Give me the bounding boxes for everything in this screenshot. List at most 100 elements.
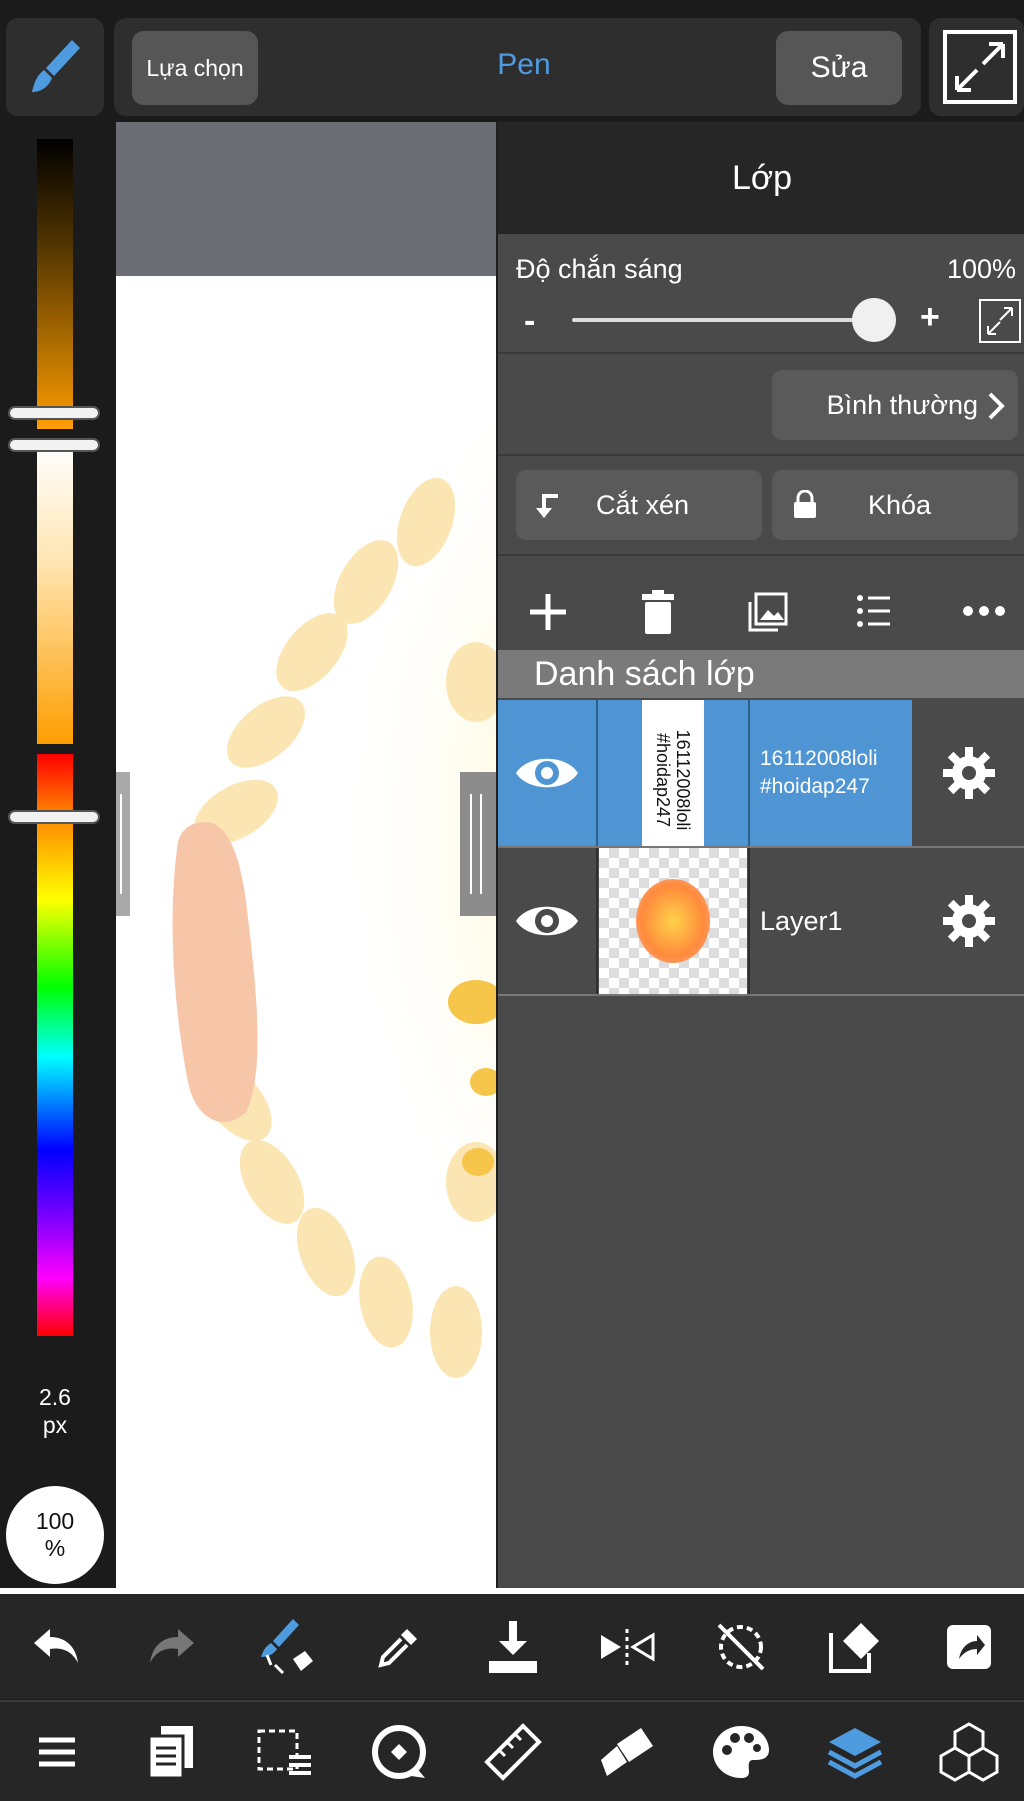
share-button[interactable] <box>912 1594 1024 1699</box>
clip-button[interactable]: Cắt xén <box>516 470 762 540</box>
opacity-slider-knob[interactable] <box>852 298 896 342</box>
bottom-toolbar-actions <box>0 1594 1024 1699</box>
fill-button[interactable] <box>570 1702 684 1801</box>
menu-icon <box>39 1737 75 1766</box>
brush-size-unit: px <box>42 1412 68 1438</box>
selection-button[interactable] <box>228 1702 342 1801</box>
layer-panel: Lớp Độ chắn sáng 100% - + Bình thường Cắ… <box>496 122 1024 1588</box>
top-toolbar: Lựa chọn Pen Sửa <box>0 0 1024 139</box>
layers-button[interactable] <box>798 1702 912 1801</box>
layers-icon <box>827 1727 883 1779</box>
3d-button[interactable] <box>912 1702 1024 1801</box>
save-icon <box>489 1620 537 1673</box>
opacity-plus-button[interactable]: + <box>920 298 940 337</box>
brush-transform-button[interactable] <box>228 1594 342 1699</box>
undo-icon <box>34 1628 78 1663</box>
opacity-slider-track[interactable] <box>572 318 876 322</box>
more-icon[interactable] <box>962 604 1006 618</box>
right-panel-handle[interactable] <box>460 772 496 916</box>
layer-name-line1: 16112008loli <box>760 747 878 770</box>
saturation-handle[interactable] <box>10 440 98 450</box>
list-icon[interactable] <box>856 594 892 628</box>
flip-icon <box>601 1628 655 1665</box>
panel-title: Lớp <box>498 122 1024 234</box>
flip-button[interactable] <box>570 1594 684 1699</box>
redo-button[interactable] <box>114 1594 228 1699</box>
layer-list-header: Danh sách lớp <box>498 650 1024 698</box>
selection-icon <box>257 1729 311 1775</box>
blend-section: Bình thường <box>498 354 1024 456</box>
layer-row-selected[interactable]: 16112008loli #hoidap247 16112008loli #ho… <box>498 700 1024 848</box>
3d-icon <box>939 1721 999 1782</box>
image-layer-icon[interactable] <box>748 592 788 632</box>
pages-button[interactable] <box>114 1702 228 1801</box>
select-button[interactable]: Lựa chọn <box>132 31 258 105</box>
brush-tool-button[interactable] <box>6 18 104 116</box>
layer-actions <box>498 556 1024 664</box>
rotate-canvas-icon <box>372 1724 426 1779</box>
opacity-expand-icon[interactable] <box>978 298 1022 344</box>
ruler-button[interactable] <box>456 1702 570 1801</box>
trash-icon[interactable] <box>640 590 676 634</box>
opacity-minus-button[interactable]: - <box>524 302 535 341</box>
eyedropper-icon <box>378 1628 417 1668</box>
edit-button[interactable]: Sửa <box>776 31 902 105</box>
pages-icon <box>147 1725 193 1779</box>
color-sidebar: 2.6 px 100 % <box>0 122 116 1594</box>
brush-opacity-unit: % <box>44 1535 66 1561</box>
save-button[interactable] <box>456 1594 570 1699</box>
plus-icon[interactable] <box>528 592 568 632</box>
layer-row[interactable]: Layer1 <box>498 848 1024 996</box>
layer-settings-button[interactable] <box>912 848 1024 994</box>
clip-icon <box>536 494 558 518</box>
fill-icon <box>601 1727 653 1776</box>
share-icon <box>947 1624 991 1669</box>
layer-name[interactable]: Layer1 <box>750 848 912 994</box>
layer-visibility-toggle[interactable] <box>498 848 598 994</box>
lock-label: Khóa <box>868 489 932 520</box>
artwork <box>172 412 496 1378</box>
undo-button[interactable] <box>0 1594 114 1699</box>
hue-handle[interactable] <box>10 812 98 822</box>
eraser-edit-button[interactable] <box>798 1594 912 1699</box>
hue-bar[interactable] <box>37 754 73 1336</box>
gear-icon <box>943 895 995 947</box>
rotate-off-icon <box>717 1623 765 1670</box>
menu-button[interactable] <box>0 1702 114 1801</box>
rotate-canvas-button[interactable] <box>342 1702 456 1801</box>
brightness-handle[interactable] <box>10 408 98 418</box>
chevron-right-icon <box>988 392 1005 420</box>
brush-opacity-button[interactable]: 100 % <box>6 1486 104 1584</box>
brightness-bar[interactable] <box>37 139 73 429</box>
saturation-bar[interactable] <box>37 444 73 744</box>
palette-button[interactable] <box>684 1702 798 1801</box>
drawing-canvas[interactable] <box>116 122 496 1594</box>
layer-thumbnail[interactable]: 16112008loli #hoidap247 <box>598 700 750 846</box>
eyedropper-button[interactable] <box>342 1594 456 1699</box>
rotate-off-button[interactable] <box>684 1594 798 1699</box>
ruler-icon <box>484 1722 542 1781</box>
brush-opacity-value: 100 <box>35 1508 75 1534</box>
lock-icon <box>794 490 816 518</box>
blend-mode-button[interactable]: Bình thường <box>772 370 1018 440</box>
transform-brush-icon <box>261 1618 313 1674</box>
tool-bar: Lựa chọn Pen Sửa <box>114 18 921 116</box>
tool-name[interactable]: Pen <box>414 48 634 82</box>
redo-icon <box>150 1628 194 1663</box>
clip-lock-section: Cắt xén Khóa <box>498 456 1024 556</box>
brush-icon <box>32 40 80 92</box>
blend-mode-label: Bình thường <box>826 389 978 420</box>
clip-label: Cắt xén <box>596 489 690 520</box>
opacity-label: Độ chắn sáng <box>516 254 683 284</box>
thumbnail-text: 16112008loli #hoidap247 <box>653 729 693 831</box>
layer-thumbnail[interactable] <box>598 848 750 994</box>
layer-settings-button[interactable] <box>912 700 1024 846</box>
lock-button[interactable]: Khóa <box>772 470 1018 540</box>
left-panel-handle[interactable] <box>116 772 130 916</box>
brush-size-value[interactable]: 2.6 <box>0 1384 110 1411</box>
eye-icon <box>516 906 578 936</box>
layer-name[interactable]: 16112008loli #hoidap247 <box>750 700 912 846</box>
layer-visibility-toggle[interactable] <box>498 700 598 846</box>
fullscreen-button[interactable] <box>929 18 1024 116</box>
gear-icon <box>943 747 995 799</box>
